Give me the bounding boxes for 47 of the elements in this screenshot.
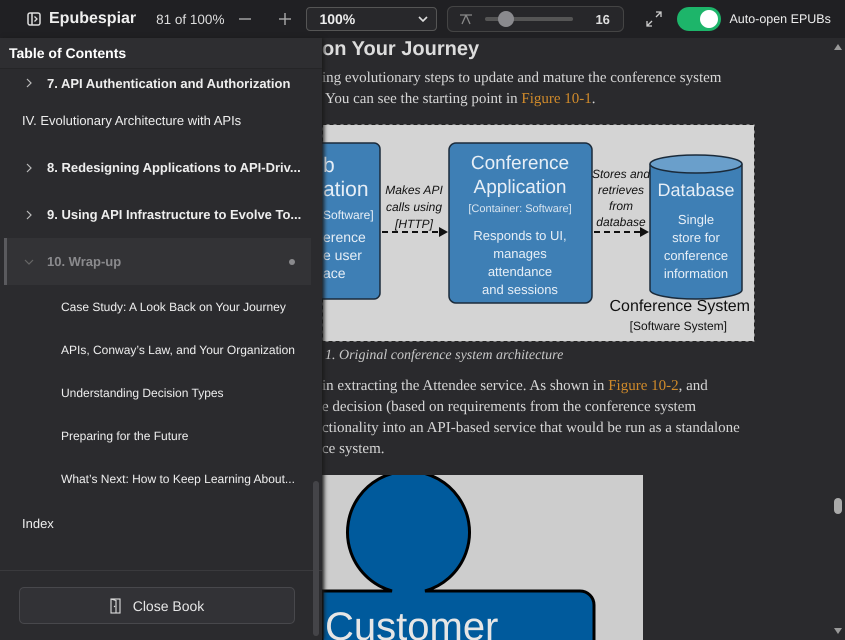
toc-subitem[interactable]: Understanding Decision Types <box>4 371 311 414</box>
figure-link[interactable]: Figure 10-1 <box>521 91 592 107</box>
figure-link[interactable]: Figure 10-2 <box>608 378 679 394</box>
paragraph-line: ing evolutionary steps to update and mature the conference system <box>322 69 722 88</box>
toc-subitem[interactable]: APIs, Conway’s Law, and Your Organization <box>4 328 311 371</box>
section-heading: on Your Journey <box>322 38 480 60</box>
close-book-button[interactable]: Close Book <box>19 587 295 624</box>
scrollbar-thumb[interactable] <box>834 498 842 514</box>
caret-icon <box>418 16 428 22</box>
database-cylinder: Database Single store for conference information <box>649 154 743 300</box>
toc-item[interactable]: IV. Evolutionary Architecture with APIs <box>4 97 311 144</box>
toc-item[interactable]: 10. Wrap-up <box>4 238 311 285</box>
toc-subitem[interactable]: Preparing for the Future <box>4 414 311 457</box>
application-box: Conference Application [Container: Software] Responds to UI, manages attendance and sessions <box>448 142 593 304</box>
toc-title: Table of Contents <box>0 38 322 69</box>
dashed-arrow <box>594 227 649 237</box>
progress-text: 81 of 100% <box>156 12 224 26</box>
paragraph-line: e decision (based on requirements from the conference system <box>322 398 698 417</box>
scroll-down-icon[interactable] <box>834 628 842 634</box>
app-title: Epubespiar <box>49 10 136 28</box>
zoom-in-icon[interactable] <box>278 12 292 26</box>
toc-subitem[interactable]: What’s Next: How to Keep Learning About... <box>4 457 311 500</box>
auto-open-label: Auto-open EPUBs <box>729 12 831 26</box>
toc-item[interactable]: 8. Redesigning Applications to API-Driv... <box>4 144 311 191</box>
door-icon <box>110 598 121 614</box>
paragraph-line: You can see the starting point in Figure 10-1. <box>324 90 597 109</box>
auto-open-toggle[interactable] <box>677 7 722 31</box>
chevron-icon <box>24 162 34 172</box>
web-app-box: b ation Software] erence e user ace <box>322 142 381 300</box>
toc-subitem[interactable]: Case Study: A Look Back on Your Journey <box>4 285 311 328</box>
toc-item[interactable]: 9. Using API Infrastructure to Evolve To... <box>4 191 311 238</box>
toc-item[interactable]: 7. API Authentication and Authorization <box>4 69 311 97</box>
zoom-select[interactable]: 100% <box>306 7 438 31</box>
architecture-diagram: b ation Software] erence e user ace Makes API calls using [HTTP] Conference Application [Container: Software] Responds to UI, manages attendance and sessions Stores and retrieves from database Database Single store for conference information Conference System [Software System] <box>322 124 755 342</box>
chevron-icon <box>24 78 34 88</box>
chevron-icon <box>24 210 34 220</box>
font-size-value: 16 <box>595 12 610 26</box>
paragraph-line: in extracting the Attendee service. As shown in Figure 10-2, and <box>322 377 709 396</box>
toc-item[interactable]: Index <box>4 500 311 547</box>
figure-caption: 1. Original conference system architecture <box>324 348 564 364</box>
sidebar-toggle-icon[interactable] <box>27 12 41 26</box>
paragraph-line: ctionality into an API-based service that would be run as a standalone <box>322 419 741 438</box>
paragraph-line: ce system. <box>322 440 386 459</box>
scroll-up-icon[interactable] <box>834 44 842 50</box>
font-size-icon <box>459 13 474 25</box>
chevron-icon <box>24 256 34 266</box>
fullscreen-icon[interactable] <box>646 11 662 27</box>
